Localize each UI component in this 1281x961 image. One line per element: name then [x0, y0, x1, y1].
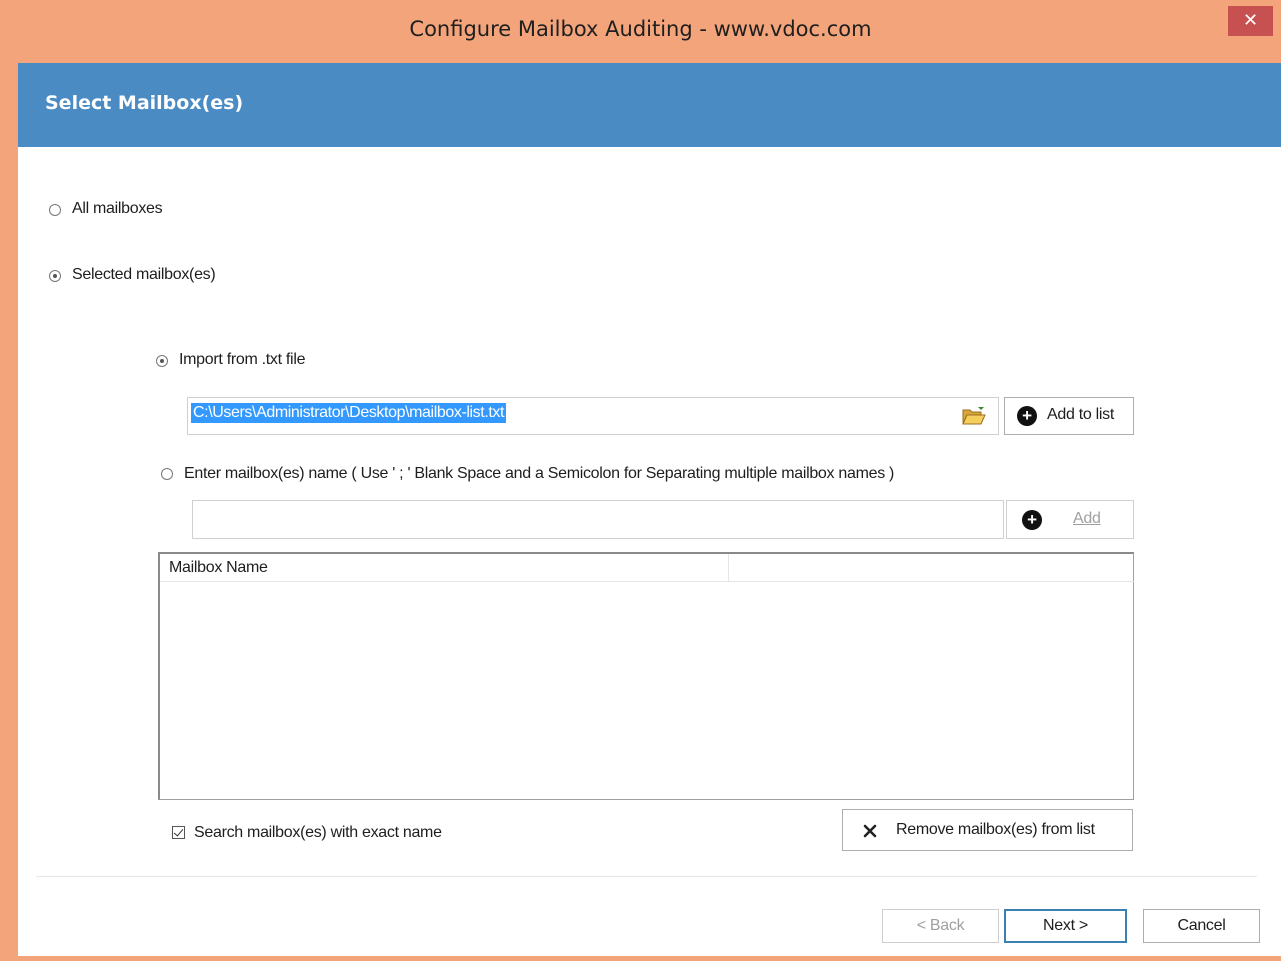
selected-mailboxes-label[interactable]: Selected mailbox(es) — [72, 266, 216, 284]
page-title: Select Mailbox(es) — [45, 92, 244, 114]
close-x-icon — [863, 824, 877, 838]
import-path-field[interactable]: C:\Users\Administrator\Desktop\mailbox-l… — [187, 397, 999, 435]
exact-name-label[interactable]: Search mailbox(es) with exact name — [194, 824, 442, 842]
dialog-client-area: Select Mailbox(es) All mailboxes Selecte… — [18, 63, 1281, 956]
column-header-blank[interactable] — [729, 554, 1134, 581]
header-band: Select Mailbox(es) — [18, 63, 1281, 147]
add-to-list-button[interactable]: + Add to list — [1004, 397, 1134, 435]
column-header-mailbox-name[interactable]: Mailbox Name — [160, 554, 729, 581]
close-icon: ✕ — [1242, 10, 1259, 30]
plus-circle-icon: + — [1022, 510, 1042, 530]
plus-circle-icon: + — [1017, 406, 1037, 426]
remove-mailboxes-label: Remove mailbox(es) from list — [896, 821, 1095, 838]
add-button[interactable]: + Add — [1006, 500, 1134, 539]
title-bar[interactable]: Configure Mailbox Auditing - www.vdoc.co… — [0, 0, 1281, 63]
remove-mailboxes-button[interactable]: Remove mailbox(es) from list — [842, 809, 1133, 851]
mailbox-names-input[interactable] — [192, 500, 1004, 539]
all-mailboxes-label[interactable]: All mailboxes — [72, 200, 163, 218]
add-to-list-label: Add to list — [1047, 406, 1114, 423]
list-header: Mailbox Name — [160, 554, 1134, 582]
folder-open-icon[interactable] — [962, 406, 986, 426]
enter-names-label[interactable]: Enter mailbox(es) name ( Use ' ; ' Blank… — [184, 465, 894, 483]
enter-names-radio[interactable] — [161, 468, 173, 480]
exact-name-checkbox[interactable] — [172, 826, 185, 839]
cancel-button[interactable]: Cancel — [1143, 909, 1260, 943]
dialog-window: Configure Mailbox Auditing - www.vdoc.co… — [0, 0, 1281, 961]
selected-mailboxes-radio[interactable] — [49, 270, 61, 282]
import-txt-radio[interactable] — [156, 355, 168, 367]
import-path-value: C:\Users\Administrator\Desktop\mailbox-l… — [191, 403, 507, 423]
back-button[interactable]: < Back — [882, 909, 999, 943]
all-mailboxes-radio[interactable] — [49, 204, 61, 216]
next-button[interactable]: Next > — [1004, 909, 1127, 943]
add-label: Add — [1073, 510, 1101, 527]
footer-divider — [36, 876, 1257, 877]
window-title: Configure Mailbox Auditing - www.vdoc.co… — [409, 17, 872, 41]
import-txt-label[interactable]: Import from .txt file — [179, 351, 305, 369]
mailbox-list-view[interactable]: Mailbox Name — [158, 552, 1134, 800]
close-button[interactable]: ✕ — [1228, 6, 1273, 36]
